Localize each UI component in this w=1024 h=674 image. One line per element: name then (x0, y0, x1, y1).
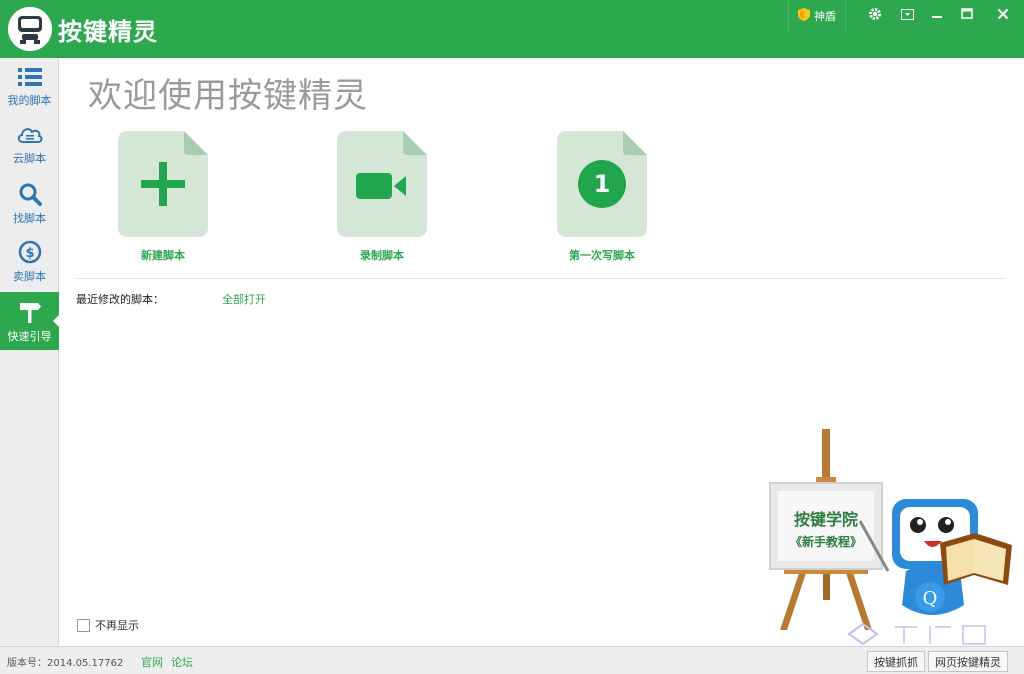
status-bar: 版本号：2014.05.17762 官网 论坛 按键抓抓 网页按键精灵 (0, 646, 1024, 674)
plus-icon (141, 162, 185, 206)
sidebar-item-label: 我的脚本 (7, 94, 52, 107)
recent-scripts-label: 最近修改的脚本： (76, 293, 164, 306)
minimize-button[interactable] (922, 4, 952, 28)
shield-label: 神盾 (814, 10, 836, 23)
maximize-icon (961, 8, 973, 24)
sidebar-item-cloud-scripts[interactable]: 云脚本 (0, 116, 59, 174)
page-title: 欢迎使用按键精灵 (88, 76, 368, 116)
sidebar-item-label: 快速引导 (7, 330, 52, 343)
maximize-button[interactable] (952, 4, 982, 28)
web-script-button[interactable]: 网页按键精灵 (928, 651, 1008, 672)
sidebar-item-quick-guide[interactable]: 快速引导 (0, 292, 60, 350)
section-divider (75, 278, 1006, 279)
record-script-label: 录制脚本 (360, 249, 404, 262)
close-icon (997, 8, 1009, 24)
svg-text:$: $ (25, 246, 34, 261)
academy-subtitle: 《新手教程》 (790, 534, 862, 549)
forum-link[interactable]: 论坛 (171, 654, 193, 670)
record-script-card[interactable]: 录制脚本 (302, 131, 462, 263)
official-site-link[interactable]: 官网 (141, 654, 163, 670)
dollar-coin-icon: $ (18, 240, 41, 264)
capture-tool-button[interactable]: 按键抓抓 (867, 651, 925, 672)
number-one-icon: 1 (578, 160, 626, 208)
dont-show-again[interactable]: 不再显示 (77, 617, 139, 633)
first-script-label: 第一次写脚本 (569, 249, 635, 262)
shield-button[interactable]: 神盾 (788, 0, 846, 32)
app-logo-icon (8, 7, 52, 51)
settings-button[interactable] (860, 4, 890, 28)
sidebar-item-label: 云脚本 (13, 152, 46, 165)
list-icon (17, 68, 42, 86)
academy-banner[interactable]: 按键学院 《新手教程》 Q (760, 425, 1020, 644)
new-script-file-icon (118, 131, 208, 237)
title-bar: 按键精灵 神盾 (0, 0, 1024, 58)
first-script-file-icon: 1 (557, 131, 647, 237)
search-icon (19, 183, 42, 206)
dont-show-label: 不再显示 (95, 619, 139, 632)
sidebar-item-sell-scripts[interactable]: $ 卖脚本 (0, 232, 59, 290)
sidebar-item-find-scripts[interactable]: 找脚本 (0, 174, 59, 232)
number-one-text: 1 (594, 170, 611, 198)
mascot-letter: Q (923, 588, 938, 609)
dont-show-checkbox[interactable] (77, 618, 90, 632)
close-button[interactable] (988, 4, 1018, 28)
open-all-link[interactable]: 全部打开 (222, 291, 266, 307)
sidebar: 我的脚本 云脚本 找脚本 $ 卖脚本 快速引导 (0, 58, 60, 646)
gear-icon (868, 7, 882, 25)
new-script-card[interactable]: 新建脚本 (83, 131, 243, 263)
record-script-file-icon (337, 131, 427, 237)
academy-title: 按键学院 (794, 510, 858, 529)
sidebar-item-label: 找脚本 (13, 212, 46, 225)
cloud-icon (17, 128, 42, 143)
skin-menu-button[interactable] (892, 4, 922, 28)
version-text: 版本号：2014.05.17762 (7, 658, 124, 669)
minimize-icon (931, 8, 943, 24)
shield-icon (798, 8, 810, 24)
sidebar-item-label: 卖脚本 (13, 270, 46, 283)
app-title: 按键精灵 (58, 18, 158, 46)
sidebar-item-my-scripts[interactable]: 我的脚本 (0, 58, 59, 116)
signpost-icon (19, 303, 41, 323)
video-camera-icon (356, 173, 406, 199)
new-script-label: 新建脚本 (141, 249, 185, 262)
first-script-card[interactable]: 1 第一次写脚本 (522, 131, 682, 263)
dropdown-box-icon (900, 8, 914, 24)
